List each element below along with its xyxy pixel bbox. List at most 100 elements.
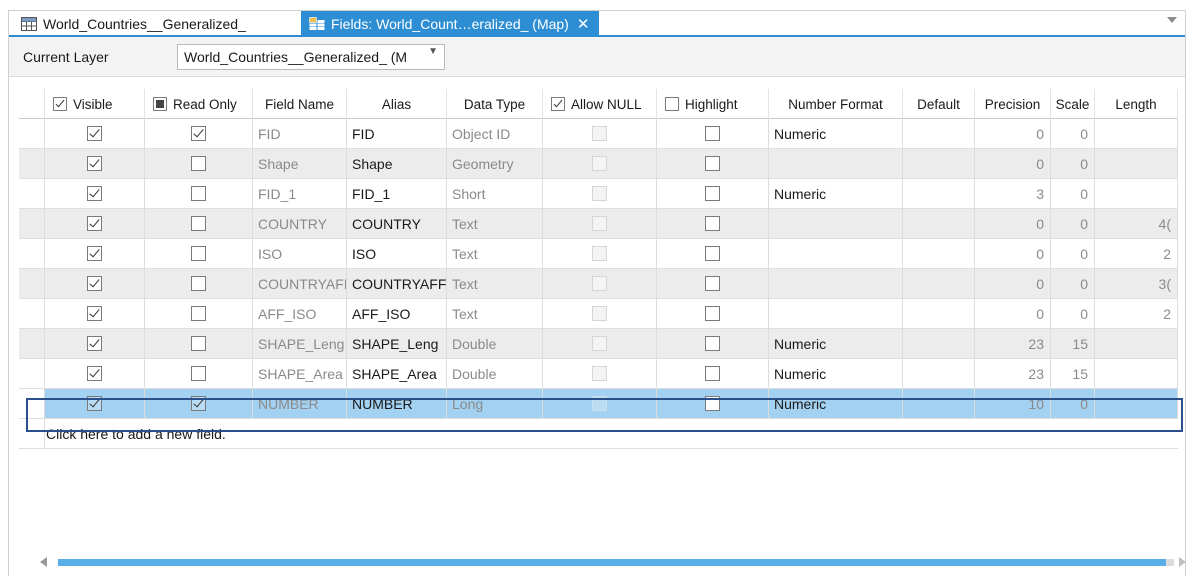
cell-precision[interactable]: 0 (975, 119, 1051, 148)
cell-precision[interactable]: 0 (975, 299, 1051, 328)
cell-alias[interactable]: NUMBER (347, 389, 447, 418)
cell-visible[interactable] (45, 179, 145, 208)
cell-format[interactable]: Numeric (769, 389, 903, 418)
tab-fields-view[interactable]: Fields: World_Count…eralized_ (Map) ✕ (301, 11, 600, 36)
cell-scale[interactable]: 0 (1051, 269, 1095, 298)
header-checkbox[interactable] (551, 97, 565, 111)
cell-precision[interactable]: 23 (975, 359, 1051, 388)
cell-readonly[interactable] (145, 389, 253, 418)
readonly-checkbox[interactable] (191, 336, 206, 351)
readonly-checkbox[interactable] (191, 246, 206, 261)
cell-format[interactable]: Numeric (769, 119, 903, 148)
cell-name[interactable]: NUMBER (253, 389, 347, 418)
column-header-precision[interactable]: Precision (975, 89, 1051, 119)
column-header-name[interactable]: Field Name (253, 89, 347, 119)
visible-checkbox[interactable] (87, 336, 102, 351)
row-selector[interactable] (19, 269, 45, 298)
visible-checkbox[interactable] (87, 306, 102, 321)
cell-highlight[interactable] (657, 329, 769, 358)
cell-type[interactable]: Long (447, 389, 543, 418)
column-header-visible[interactable]: Visible (45, 89, 145, 119)
cell-type[interactable]: Text (447, 209, 543, 238)
table-row[interactable]: Shape Shape Geometry 0 0 (19, 149, 1178, 179)
cell-readonly[interactable] (145, 149, 253, 178)
column-header-type[interactable]: Data Type (447, 89, 543, 119)
cell-visible[interactable] (45, 269, 145, 298)
cell-type[interactable]: Double (447, 359, 543, 388)
cell-length[interactable] (1095, 149, 1178, 178)
cell-highlight[interactable] (657, 389, 769, 418)
cell-name[interactable]: ISO (253, 239, 347, 268)
cell-highlight[interactable] (657, 149, 769, 178)
cell-readonly[interactable] (145, 239, 253, 268)
cell-visible[interactable] (45, 149, 145, 178)
cell-readonly[interactable] (145, 329, 253, 358)
cell-name[interactable]: AFF_ISO (253, 299, 347, 328)
visible-checkbox[interactable] (87, 186, 102, 201)
cell-alias[interactable]: AFF_ISO (347, 299, 447, 328)
highlight-checkbox[interactable] (705, 186, 720, 201)
cell-readonly[interactable] (145, 359, 253, 388)
cell-format[interactable]: Numeric (769, 329, 903, 358)
cell-precision[interactable]: 23 (975, 329, 1051, 358)
cell-length[interactable] (1095, 389, 1178, 418)
cell-allownull[interactable] (543, 119, 657, 148)
current-layer-dropdown[interactable]: World_Countries__Generalized_ (M ▼ (177, 44, 445, 70)
cell-name[interactable]: FID (253, 119, 347, 148)
cell-default[interactable] (903, 299, 975, 328)
cell-scale[interactable]: 0 (1051, 149, 1095, 178)
cell-precision[interactable]: 0 (975, 209, 1051, 238)
cell-allownull[interactable] (543, 329, 657, 358)
scrollbar-thumb[interactable] (58, 559, 1166, 566)
cell-allownull[interactable] (543, 179, 657, 208)
cell-default[interactable] (903, 149, 975, 178)
cell-type[interactable]: Short (447, 179, 543, 208)
column-header-readonly[interactable]: Read Only (145, 89, 253, 119)
cell-precision[interactable]: 3 (975, 179, 1051, 208)
scrollbar-track[interactable] (1166, 559, 1174, 566)
readonly-checkbox[interactable] (191, 396, 206, 411)
highlight-checkbox[interactable] (705, 126, 720, 141)
cell-name[interactable]: COUNTRY (253, 209, 347, 238)
cell-allownull[interactable] (543, 299, 657, 328)
readonly-checkbox[interactable] (191, 366, 206, 381)
cell-default[interactable] (903, 329, 975, 358)
cell-readonly[interactable] (145, 209, 253, 238)
cell-alias[interactable]: SHAPE_Leng (347, 329, 447, 358)
cell-length[interactable] (1095, 329, 1178, 358)
cell-highlight[interactable] (657, 239, 769, 268)
cell-default[interactable] (903, 389, 975, 418)
visible-checkbox[interactable] (87, 396, 102, 411)
cell-precision[interactable]: 0 (975, 269, 1051, 298)
cell-name[interactable]: SHAPE_Area (253, 359, 347, 388)
cell-alias[interactable]: SHAPE_Area (347, 359, 447, 388)
cell-scale[interactable]: 0 (1051, 239, 1095, 268)
cell-readonly[interactable] (145, 179, 253, 208)
cell-alias[interactable]: FID (347, 119, 447, 148)
header-checkbox[interactable] (153, 97, 167, 111)
table-row[interactable]: AFF_ISO AFF_ISO Text 0 0 2 (19, 299, 1178, 329)
cell-alias[interactable]: COUNTRYAFF (347, 269, 447, 298)
cell-highlight[interactable] (657, 269, 769, 298)
column-header-alias[interactable]: Alias (347, 89, 447, 119)
cell-default[interactable] (903, 269, 975, 298)
cell-default[interactable] (903, 209, 975, 238)
cell-visible[interactable] (45, 359, 145, 388)
table-row[interactable]: SHAPE_Area SHAPE_Area Double Numeric 23 15 (19, 359, 1178, 389)
column-header-format[interactable]: Number Format (769, 89, 903, 119)
horizontal-scrollbar[interactable] (40, 557, 1186, 567)
highlight-checkbox[interactable] (705, 306, 720, 321)
cell-length[interactable]: 2 (1095, 299, 1178, 328)
row-selector[interactable] (19, 359, 45, 388)
cell-length[interactable]: 3( (1095, 269, 1178, 298)
row-selector[interactable] (19, 419, 45, 448)
cell-length[interactable] (1095, 179, 1178, 208)
cell-alias[interactable]: Shape (347, 149, 447, 178)
cell-alias[interactable]: ISO (347, 239, 447, 268)
cell-allownull[interactable] (543, 389, 657, 418)
readonly-checkbox[interactable] (191, 186, 206, 201)
visible-checkbox[interactable] (87, 366, 102, 381)
column-header-allownull[interactable]: Allow NULL (543, 89, 657, 119)
cell-format[interactable]: Numeric (769, 359, 903, 388)
highlight-checkbox[interactable] (705, 216, 720, 231)
